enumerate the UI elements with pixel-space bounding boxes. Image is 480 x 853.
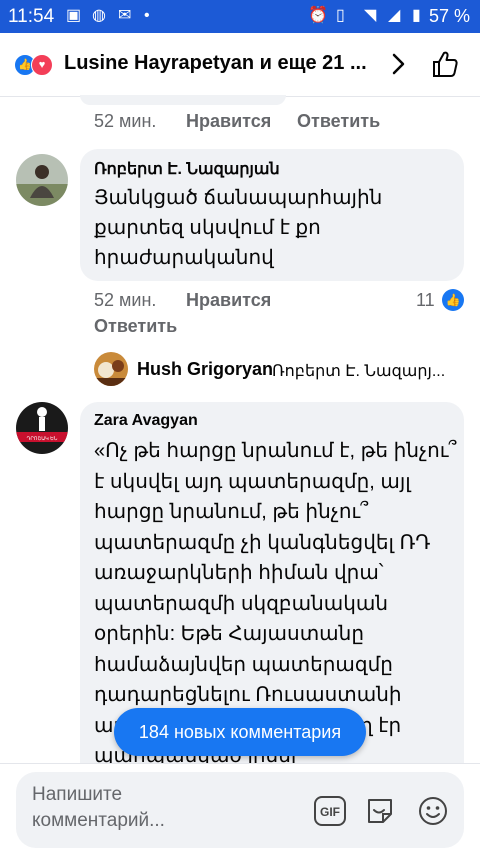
- comment-line: օրերին: Եթե Հայաստանը: [94, 623, 365, 645]
- new-comments-button[interactable]: 184 новых комментария: [114, 708, 366, 756]
- reply-button[interactable]: Ответить: [94, 316, 177, 337]
- gmail-notification-icon: ✉: [118, 7, 132, 24]
- comment-line: հրաժարականով: [94, 247, 274, 269]
- facebook-notification-icon: ▣: [66, 7, 82, 24]
- messenger-notification-icon: ◍: [92, 7, 106, 24]
- comment-placeholder: Напишите комментарий...: [32, 784, 165, 831]
- dot-icon: •: [144, 7, 150, 24]
- wifi-icon: ◥: [364, 7, 377, 24]
- sticker-icon[interactable]: [365, 796, 395, 826]
- avatar[interactable]: [16, 154, 68, 206]
- reply-author[interactable]: Hush Grigoryan: [137, 359, 273, 380]
- comment-line: դադարեցնելու Ռուսաստանի: [94, 684, 402, 706]
- gif-icon[interactable]: GIF: [314, 796, 346, 826]
- comment-line: է սկսվել այդ պատերազմը, այլ: [94, 470, 411, 493]
- emoji-icon[interactable]: [418, 796, 448, 826]
- reactions-header[interactable]: 👍 ♥ Lusine Hayrapetyan и еще 21 ...: [0, 33, 480, 97]
- reaction-icons: 👍 ♥: [14, 54, 54, 76]
- vibrate-icon: ▯: [336, 7, 345, 24]
- chevron-right-icon[interactable]: [385, 51, 411, 77]
- gif-label: GIF: [320, 805, 340, 819]
- battery-icon: ▮: [412, 7, 421, 24]
- comment-line: առաջարկների հիման վրա՝: [94, 562, 384, 584]
- signal-icon: ◢: [388, 7, 401, 24]
- status-bar: 11:54 ▣ ◍ ✉ • ⏰ ▯ ◥ ◢ ▮ 57 %: [0, 0, 480, 33]
- comment-line: հարցը նրանում, թե ինչու՞: [94, 501, 369, 523]
- reply-avatar[interactable]: [94, 352, 128, 386]
- comment-input[interactable]: Напишите комментарий... GIF: [16, 772, 464, 848]
- previous-comment-bubble: [80, 95, 286, 105]
- reply-button[interactable]: Ответить: [297, 111, 380, 132]
- like-count[interactable]: 11: [416, 290, 435, 311]
- love-reaction-icon: ♥: [31, 54, 53, 76]
- reactions-summary[interactable]: Lusine Hayrapetyan и еще 21 ...: [64, 52, 367, 75]
- comment-line: «Ոչ թե հարցը նրանում է, թե ինչու՞: [94, 440, 457, 462]
- reply-snippet[interactable]: Ռոբերտ Է. Նազարյ...: [272, 361, 445, 381]
- avatar-logo-text: ԴՐՈՇԱԿ ԵՆ: [27, 436, 58, 442]
- like-post-icon[interactable]: [430, 49, 460, 79]
- comments-sheet: 👍 ♥ Lusine Hayrapetyan и еще 21 ... 52 м…: [0, 33, 480, 853]
- like-button[interactable]: Нравится: [186, 290, 271, 311]
- battery-percent: 57 %: [428, 6, 470, 26]
- status-time: 11:54: [8, 6, 55, 27]
- comment-author[interactable]: Ռոբերտ Է. Նազարյան: [94, 159, 280, 179]
- comment-time: 52 мин.: [94, 111, 157, 131]
- comment-line: Յանկցած ճանապարհային: [94, 187, 383, 209]
- alarm-icon: ⏰: [308, 7, 328, 24]
- comment-line: քարտեզ սկսվում է քո: [94, 217, 321, 239]
- comment-time: 52 мин.: [94, 290, 157, 310]
- comment-text: Յանկցած ճանապարհային քարտեզ սկսվում է քո…: [94, 183, 382, 273]
- like-button[interactable]: Нравится: [186, 111, 271, 132]
- avatar[interactable]: ԴՐՈՇԱԿ ԵՆ: [16, 402, 68, 454]
- comment-line: պատերազմի սկզբանական: [94, 592, 389, 615]
- like-badge-icon: 👍: [442, 289, 464, 311]
- comment-line: պատերազմը չի կանգնեցվել ՌԴ: [94, 531, 431, 554]
- comment-line: համաձայնվեր պատերազմը: [94, 653, 393, 676]
- comment-composer: Напишите комментарий... GIF: [0, 763, 480, 853]
- comment-author[interactable]: Zara Avagyan: [94, 412, 198, 430]
- comment-bubble[interactable]: Ռոբերտ Է. Նազարյան Յանկցած ճանապարհային …: [80, 149, 464, 281]
